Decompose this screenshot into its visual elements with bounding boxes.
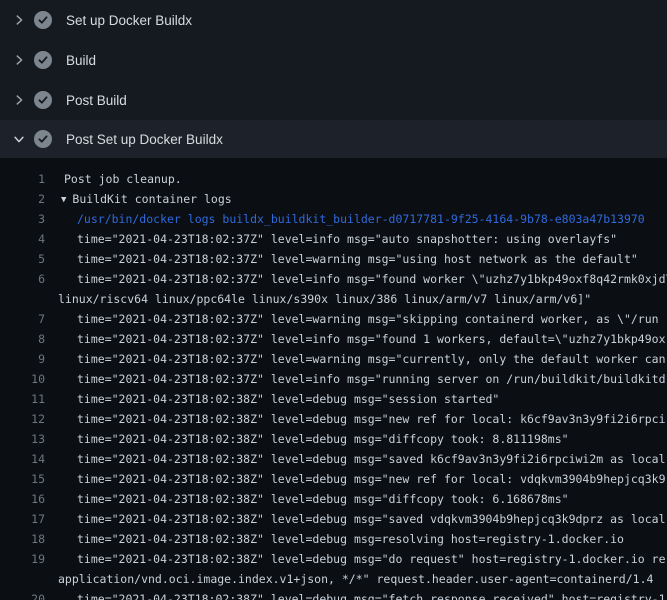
log-line: 20time="2021-04-23T18:02:38Z" level=debu… xyxy=(0,589,667,600)
log-command-text: /usr/bin/docker logs buildx_buildkit_bui… xyxy=(45,209,645,229)
step-title: Set up Docker Buildx xyxy=(66,13,192,28)
log-line: 10time="2021-04-23T18:02:37Z" level=info… xyxy=(0,369,667,389)
log-line-text: time="2021-04-23T18:02:37Z" level=warnin… xyxy=(45,349,666,369)
log-line-continuation: linux/riscv64 linux/ppc64le linux/s390x … xyxy=(0,289,667,309)
step-row-build[interactable]: Build xyxy=(0,40,667,80)
log-line-text: time="2021-04-23T18:02:37Z" level=warnin… xyxy=(45,309,659,329)
step-row-post-set-up-docker-buildx[interactable]: Post Set up Docker Buildx xyxy=(0,120,667,158)
chevron-right-icon xyxy=(12,13,26,27)
log-line-text: time="2021-04-23T18:02:37Z" level=info m… xyxy=(45,329,666,349)
log-line: 8time="2021-04-23T18:02:37Z" level=info … xyxy=(0,329,667,349)
group-title: BuildKit container logs xyxy=(72,192,231,206)
log-line-number[interactable]: 20 xyxy=(0,589,45,600)
log-line-text: time="2021-04-23T18:02:38Z" level=debug … xyxy=(45,389,499,409)
log-panel: 1Post job cleanup.2 ▼ BuildKit container l… xyxy=(0,158,667,600)
log-line-text: time="2021-04-23T18:02:38Z" level=debug … xyxy=(45,529,624,549)
log-line-continuation: application/vnd.oci.image.index.v1+json,… xyxy=(0,569,667,589)
log-line: 9time="2021-04-23T18:02:37Z" level=warni… xyxy=(0,349,667,369)
log-line-number[interactable]: 9 xyxy=(0,349,45,369)
log-line-text: linux/riscv64 linux/ppc64le linux/s390x … xyxy=(45,289,591,309)
log-line-number[interactable]: 12 xyxy=(0,409,45,429)
log-line: 16time="2021-04-23T18:02:38Z" level=debu… xyxy=(0,489,667,509)
step-title: Post Build xyxy=(66,93,127,108)
step-title: Build xyxy=(66,53,96,68)
log-line: 11time="2021-04-23T18:02:38Z" level=debu… xyxy=(0,389,667,409)
log-line: 14time="2021-04-23T18:02:38Z" level=debu… xyxy=(0,449,667,469)
log-line-text: time="2021-04-23T18:02:37Z" level=warnin… xyxy=(45,249,638,269)
log-line: 2 ▼ BuildKit container logs xyxy=(0,189,667,209)
log-line: 19time="2021-04-23T18:02:38Z" level=debu… xyxy=(0,549,667,569)
step-title: Post Set up Docker Buildx xyxy=(66,132,223,147)
log-line-number[interactable]: 19 xyxy=(0,549,45,569)
log-line-number[interactable]: 10 xyxy=(0,369,45,389)
log-line-number[interactable]: 13 xyxy=(0,429,45,449)
log-line: 13time="2021-04-23T18:02:38Z" level=debu… xyxy=(0,429,667,449)
log-line-number[interactable]: 4 xyxy=(0,229,45,249)
log-line: 4time="2021-04-23T18:02:37Z" level=info … xyxy=(0,229,667,249)
log-line: 7time="2021-04-23T18:02:37Z" level=warni… xyxy=(0,309,667,329)
steps-panel: Set up Docker Buildx Build Post Build Post … xyxy=(0,0,667,158)
chevron-right-icon xyxy=(12,93,26,107)
log-line: 3/usr/bin/docker logs buildx_buildkit_bu… xyxy=(0,209,667,229)
chevron-down-icon xyxy=(12,132,26,146)
log-line-text: time="2021-04-23T18:02:37Z" level=info m… xyxy=(45,369,666,389)
actions-log-viewer: Set up Docker Buildx Build Post Build Post … xyxy=(0,0,667,600)
log-line: 17time="2021-04-23T18:02:38Z" level=debu… xyxy=(0,509,667,529)
step-row-set-up-docker-buildx[interactable]: Set up Docker Buildx xyxy=(0,0,667,40)
log-line-number[interactable]: 3 xyxy=(0,209,45,229)
log-line-text: time="2021-04-23T18:02:38Z" level=debug … xyxy=(45,429,569,449)
log-line-number[interactable]: 8 xyxy=(0,329,45,349)
log-line-number xyxy=(0,289,45,309)
log-line-number[interactable]: 18 xyxy=(0,529,45,549)
log-line-number[interactable]: 17 xyxy=(0,509,45,529)
log-line-number[interactable]: 7 xyxy=(0,309,45,329)
log-line-text: time="2021-04-23T18:02:38Z" level=debug … xyxy=(45,449,667,469)
log-line-text: Post job cleanup. xyxy=(45,169,182,189)
log-line-text: time="2021-04-23T18:02:38Z" level=debug … xyxy=(45,549,666,569)
chevron-right-icon xyxy=(12,53,26,67)
log-line-text: time="2021-04-23T18:02:37Z" level=info m… xyxy=(45,269,667,289)
log-line-text: time="2021-04-23T18:02:38Z" level=debug … xyxy=(45,509,667,529)
log-line-number xyxy=(0,569,45,589)
log-line-text: time="2021-04-23T18:02:37Z" level=info m… xyxy=(45,229,617,249)
check-circle-icon xyxy=(34,11,52,29)
check-circle-icon xyxy=(34,130,52,148)
log-line-number[interactable]: 11 xyxy=(0,389,45,409)
log-line-number[interactable]: 5 xyxy=(0,249,45,269)
log-line-text: time="2021-04-23T18:02:38Z" level=debug … xyxy=(45,409,666,429)
log-line-number[interactable]: 6 xyxy=(0,269,45,289)
log-line-number[interactable]: 15 xyxy=(0,469,45,489)
log-line-number[interactable]: 2 xyxy=(0,189,45,209)
log-line: 6time="2021-04-23T18:02:37Z" level=info … xyxy=(0,269,667,289)
log-line: 12time="2021-04-23T18:02:38Z" level=debu… xyxy=(0,409,667,429)
group-expander-icon[interactable]: ▼ xyxy=(61,190,66,209)
log-line: 5time="2021-04-23T18:02:37Z" level=warni… xyxy=(0,249,667,269)
log-line-number[interactable]: 1 xyxy=(0,169,45,189)
check-circle-icon xyxy=(34,91,52,109)
log-line: 18time="2021-04-23T18:02:38Z" level=debu… xyxy=(0,529,667,549)
log-line-text: time="2021-04-23T18:02:38Z" level=debug … xyxy=(45,489,569,509)
log-line-text: ▼ BuildKit container logs xyxy=(45,189,232,209)
log-line: 15time="2021-04-23T18:02:38Z" level=debu… xyxy=(0,469,667,489)
log-line-number[interactable]: 14 xyxy=(0,449,45,469)
log-line-text: application/vnd.oci.image.index.v1+json,… xyxy=(45,569,653,589)
log-line: 1Post job cleanup. xyxy=(0,169,667,189)
check-circle-icon xyxy=(34,51,52,69)
log-line-number[interactable]: 16 xyxy=(0,489,45,509)
step-row-post-build[interactable]: Post Build xyxy=(0,80,667,120)
log-line-text: time="2021-04-23T18:02:38Z" level=debug … xyxy=(45,469,667,489)
log-line-text: time="2021-04-23T18:02:38Z" level=debug … xyxy=(45,589,666,600)
